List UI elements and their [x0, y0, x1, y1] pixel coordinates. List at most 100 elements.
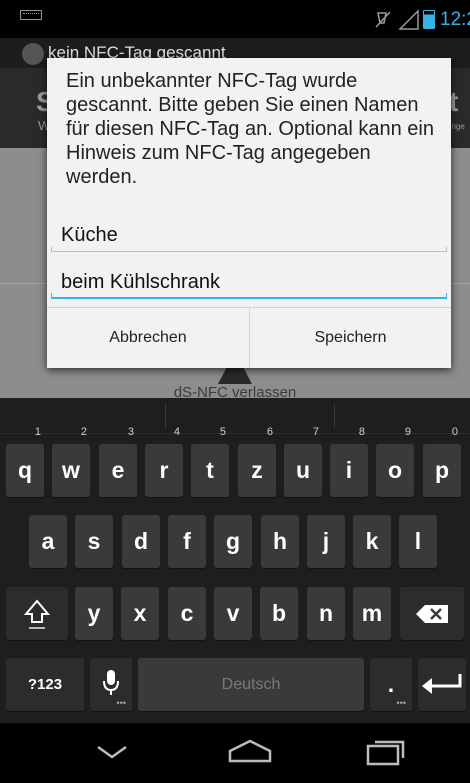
- nfc-tag-dialog: Ein unbekannter NFC-Tag wurde gescannt. …: [47, 58, 451, 368]
- key-s-label: s: [87, 528, 101, 554]
- key-d-label: d: [133, 528, 149, 554]
- key-h-label: h: [272, 528, 288, 554]
- key-f-label: f: [183, 528, 191, 554]
- key-w-label: w: [62, 457, 80, 483]
- key-t[interactable]: t5: [191, 426, 229, 497]
- key-i-label: i: [345, 457, 353, 483]
- key-n[interactable]: n: [307, 587, 345, 640]
- suggestion-strip: [0, 398, 470, 434]
- symbols-key[interactable]: ?123: [6, 658, 84, 711]
- tag-hint-field[interactable]: [51, 265, 447, 299]
- key-c-label: c: [180, 600, 194, 626]
- key-i-hint: 8: [358, 426, 365, 438]
- key-g[interactable]: g: [214, 515, 252, 568]
- tag-name-underline: [51, 247, 447, 252]
- key-k[interactable]: k: [353, 515, 391, 568]
- signal-icon: [398, 9, 419, 30]
- key-s[interactable]: s: [75, 515, 113, 568]
- key-w[interactable]: w2: [52, 426, 90, 497]
- suggestion-divider: [334, 404, 335, 428]
- key-o-label: o: [387, 457, 403, 483]
- dialog-buttons: Abbrechen Speichern: [47, 307, 451, 368]
- key-l[interactable]: l: [399, 515, 437, 568]
- key-u-label: u: [295, 457, 311, 483]
- key-x-label: x: [133, 600, 147, 626]
- key-q-hint: 1: [34, 426, 41, 438]
- key-h[interactable]: h: [261, 515, 299, 568]
- tag-hint-input[interactable]: [51, 265, 447, 299]
- cancel-button[interactable]: Abbrechen: [47, 308, 249, 368]
- navigation-bar: [0, 723, 470, 783]
- key-r[interactable]: r4: [145, 426, 183, 497]
- recent-apps-icon: [366, 740, 405, 766]
- key-t-hint: 5: [219, 426, 226, 438]
- key-d[interactable]: d: [122, 515, 160, 568]
- key-m[interactable]: m: [353, 587, 391, 640]
- key-e-label: e: [111, 457, 125, 483]
- key-o[interactable]: o9: [376, 426, 414, 497]
- key-p[interactable]: p0: [423, 426, 461, 497]
- key-x[interactable]: x: [121, 587, 159, 640]
- key-v-label: v: [226, 600, 240, 626]
- nfc-app-icon: [22, 43, 44, 65]
- backspace-key[interactable]: [400, 587, 464, 640]
- microphone-more-dots: •••: [116, 698, 126, 708]
- enter-icon: [422, 674, 462, 694]
- period-key[interactable]: . •••: [370, 658, 412, 711]
- microphone-key[interactable]: •••: [90, 658, 132, 711]
- status-bar: 12:29: [0, 0, 470, 38]
- suggestion-divider: [165, 404, 166, 428]
- space-key[interactable]: Deutsch: [138, 658, 364, 711]
- period-more-dots: •••: [396, 698, 406, 708]
- key-w-hint: 2: [80, 426, 87, 438]
- enter-key[interactable]: [418, 658, 466, 711]
- key-c[interactable]: c: [168, 587, 206, 640]
- symbols-key-label: ?123: [27, 676, 63, 693]
- key-y[interactable]: y: [75, 587, 113, 640]
- key-e[interactable]: e3: [99, 426, 137, 497]
- battery-icon: [423, 10, 435, 29]
- key-u-hint: 7: [312, 426, 319, 438]
- key-q[interactable]: q1: [6, 426, 44, 497]
- tag-hint-underline: [51, 293, 447, 299]
- key-p-label: p: [434, 457, 450, 483]
- mute-icon: [375, 11, 391, 28]
- tag-name-field[interactable]: [51, 218, 447, 252]
- key-z-label: z: [251, 457, 263, 483]
- back-chevron-icon: [97, 745, 127, 759]
- key-t-label: t: [206, 457, 214, 483]
- key-e-hint: 3: [127, 426, 134, 438]
- clock: 12:29: [440, 9, 470, 30]
- key-a[interactable]: a: [29, 515, 67, 568]
- backspace-icon: [416, 605, 448, 623]
- key-m-label: m: [361, 600, 383, 626]
- key-r-hint: 4: [173, 426, 180, 438]
- dialog-message: Ein unbekannter NFC-Tag wurde gescannt. …: [66, 70, 434, 188]
- recent-apps-button[interactable]: [355, 733, 415, 773]
- key-f[interactable]: f: [168, 515, 206, 568]
- back-button[interactable]: [82, 733, 142, 773]
- key-p-hint: 0: [451, 426, 458, 438]
- key-g-label: g: [225, 528, 241, 554]
- keyboard-notification-icon: [20, 10, 42, 20]
- save-button[interactable]: Speichern: [249, 308, 451, 368]
- key-n-label: n: [318, 600, 334, 626]
- tag-name-input[interactable]: [51, 218, 447, 252]
- key-b-label: b: [271, 600, 287, 626]
- key-r-label: r: [159, 457, 169, 483]
- key-j-label: j: [322, 528, 330, 554]
- home-icon: [228, 739, 272, 763]
- key-j[interactable]: j: [307, 515, 345, 568]
- key-l-label: l: [414, 528, 422, 554]
- shift-icon: [23, 599, 51, 629]
- shift-key[interactable]: [6, 587, 68, 640]
- microphone-icon: [103, 670, 119, 695]
- key-i[interactable]: i8: [330, 426, 368, 497]
- key-q-label: q: [17, 457, 33, 483]
- key-v[interactable]: v: [214, 587, 252, 640]
- soft-keyboard: q 1 w 2 e 3 r 4 t 5 z 6 u 7 i 8 o 9 p 0 a s d f g h j k l y x c v b n m ?123…: [0, 398, 470, 723]
- key-b[interactable]: b: [260, 587, 298, 640]
- home-button[interactable]: [220, 733, 280, 773]
- key-u[interactable]: u7: [284, 426, 322, 497]
- key-z[interactable]: z6: [238, 426, 276, 497]
